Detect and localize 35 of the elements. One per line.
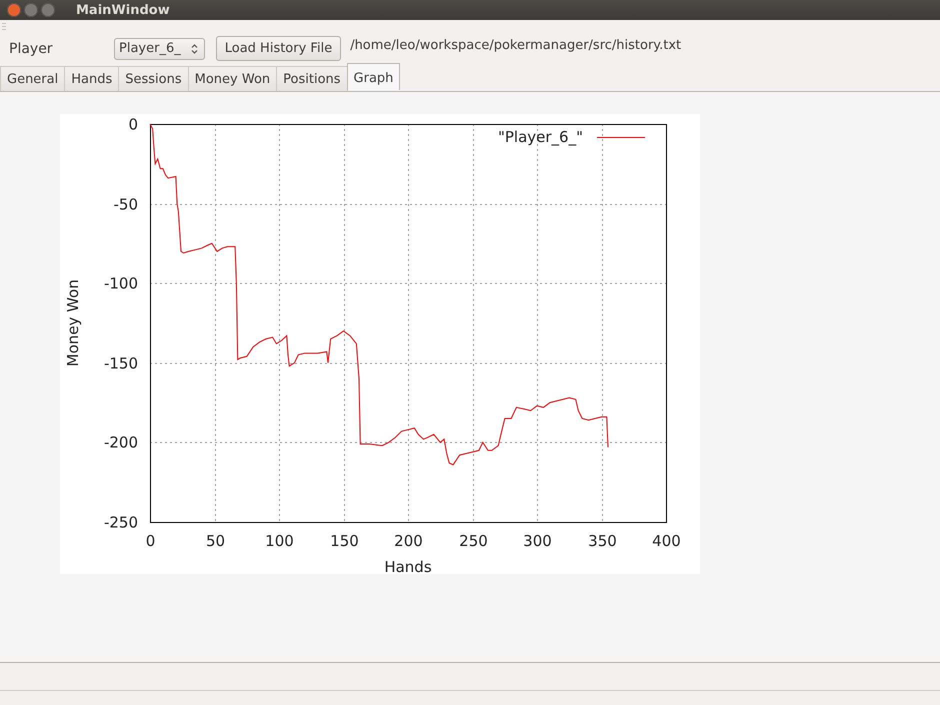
y-tick-label: -200: [104, 434, 138, 452]
window-title: MainWindow: [76, 2, 170, 18]
y-tick-label: -100: [104, 274, 138, 292]
tab[interactable]: Sessions: [118, 66, 189, 91]
x-tick-label: 150: [330, 532, 359, 550]
x-tick-label: 100: [265, 532, 294, 550]
toolbar-grip-icon[interactable]: [2, 23, 6, 31]
x-tick-label: 250: [459, 532, 488, 550]
load-history-button[interactable]: Load History File: [216, 36, 342, 61]
y-tick-label: -150: [104, 354, 138, 372]
player-label: Player: [9, 40, 54, 56]
tab[interactable]: Graph: [346, 63, 400, 90]
x-tick-label: 300: [523, 532, 552, 550]
x-axis-title: Hands: [384, 558, 432, 574]
y-tick-label: -50: [114, 196, 138, 214]
tab[interactable]: Money Won: [188, 66, 278, 91]
tab[interactable]: Hands: [64, 66, 120, 91]
minimize-icon[interactable]: [24, 3, 38, 17]
x-tick-label: 200: [394, 532, 423, 550]
y-tick-label: -250: [104, 514, 138, 532]
file-path: /home/leo/workspace/pokermanager/src/history.txt: [350, 38, 682, 53]
tab[interactable]: Positions: [276, 66, 348, 91]
legend-line: [596, 137, 646, 138]
player-select[interactable]: Player_6_: [114, 38, 205, 60]
x-tick-label: 50: [206, 532, 226, 550]
maximize-icon[interactable]: [41, 3, 55, 17]
x-tick-label: 350: [588, 532, 617, 550]
spinner-arrows-icon: [190, 42, 198, 54]
legend-label: "Player_6_": [498, 128, 583, 146]
close-icon[interactable]: [7, 3, 21, 17]
y-axis-title: Money Won: [64, 279, 82, 367]
tab[interactable]: General: [0, 66, 66, 91]
y-tick-label: 0: [128, 116, 138, 134]
x-tick-label: 400: [652, 532, 681, 550]
x-tick-label: 0: [146, 532, 156, 550]
